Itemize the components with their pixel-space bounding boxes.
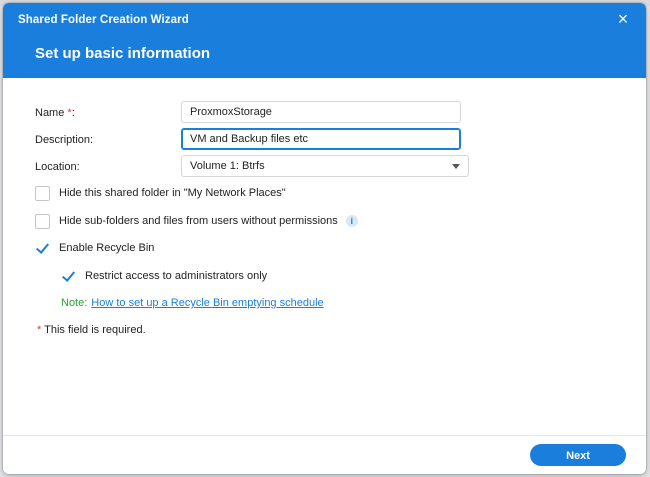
required-field-notice: * This field is required.: [37, 319, 146, 341]
hide-network-places-label: Hide this shared folder in "My Network P…: [59, 187, 286, 199]
restrict-admin-checkbox[interactable]: [61, 269, 76, 284]
name-label-text: Name: [35, 107, 68, 119]
recycle-bin-label: Enable Recycle Bin: [59, 242, 155, 254]
wizard-dialog: Shared Folder Creation Wizard × Set up b…: [3, 3, 646, 474]
hide-subfolders-checkbox[interactable]: [35, 213, 50, 229]
description-label: Description:: [35, 134, 94, 146]
name-label: Name *:: [35, 107, 75, 119]
next-button[interactable]: Next: [530, 444, 626, 466]
required-notice-text: This field is required.: [41, 324, 146, 336]
chevron-down-icon: [452, 163, 460, 169]
recycle-bin-checkbox[interactable]: [35, 241, 50, 256]
close-button[interactable]: ×: [614, 8, 632, 30]
recycle-bin-schedule-link[interactable]: How to set up a Recycle Bin emptying sch…: [91, 297, 323, 309]
hide-subfolders-label: Hide sub-folders and files from users wi…: [59, 215, 338, 227]
close-icon: ×: [617, 9, 629, 29]
recycle-bin-note: Note: How to set up a Recycle Bin emptyi…: [61, 292, 324, 314]
option-hide-network-places[interactable]: Hide this shared folder in "My Network P…: [35, 182, 286, 204]
dialog-title: Shared Folder Creation Wizard: [18, 14, 189, 26]
name-label-colon: :: [71, 107, 75, 119]
dialog-footer: Next: [3, 435, 646, 474]
step-title: Set up basic information: [35, 45, 211, 62]
description-input[interactable]: [181, 128, 461, 150]
location-value: Volume 1: Btrfs: [190, 160, 265, 172]
location-label: Location:: [35, 161, 80, 173]
info-icon[interactable]: i: [345, 215, 358, 227]
restrict-admin-label: Restrict access to administrators only: [85, 270, 268, 282]
dialog-header: Shared Folder Creation Wizard × Set up b…: [3, 3, 646, 78]
hide-network-places-checkbox[interactable]: [35, 185, 50, 201]
location-select[interactable]: Volume 1: Btrfs: [181, 155, 469, 177]
form-body: Name *: Description: Location: Volume 1:…: [3, 78, 646, 436]
option-recycle-bin[interactable]: Enable Recycle Bin: [35, 237, 154, 259]
option-hide-subfolders[interactable]: Hide sub-folders and files from users wi…: [35, 210, 358, 232]
note-label: Note:: [61, 297, 88, 309]
option-restrict-admin[interactable]: Restrict access to administrators only: [61, 265, 267, 287]
name-input[interactable]: [181, 101, 461, 123]
